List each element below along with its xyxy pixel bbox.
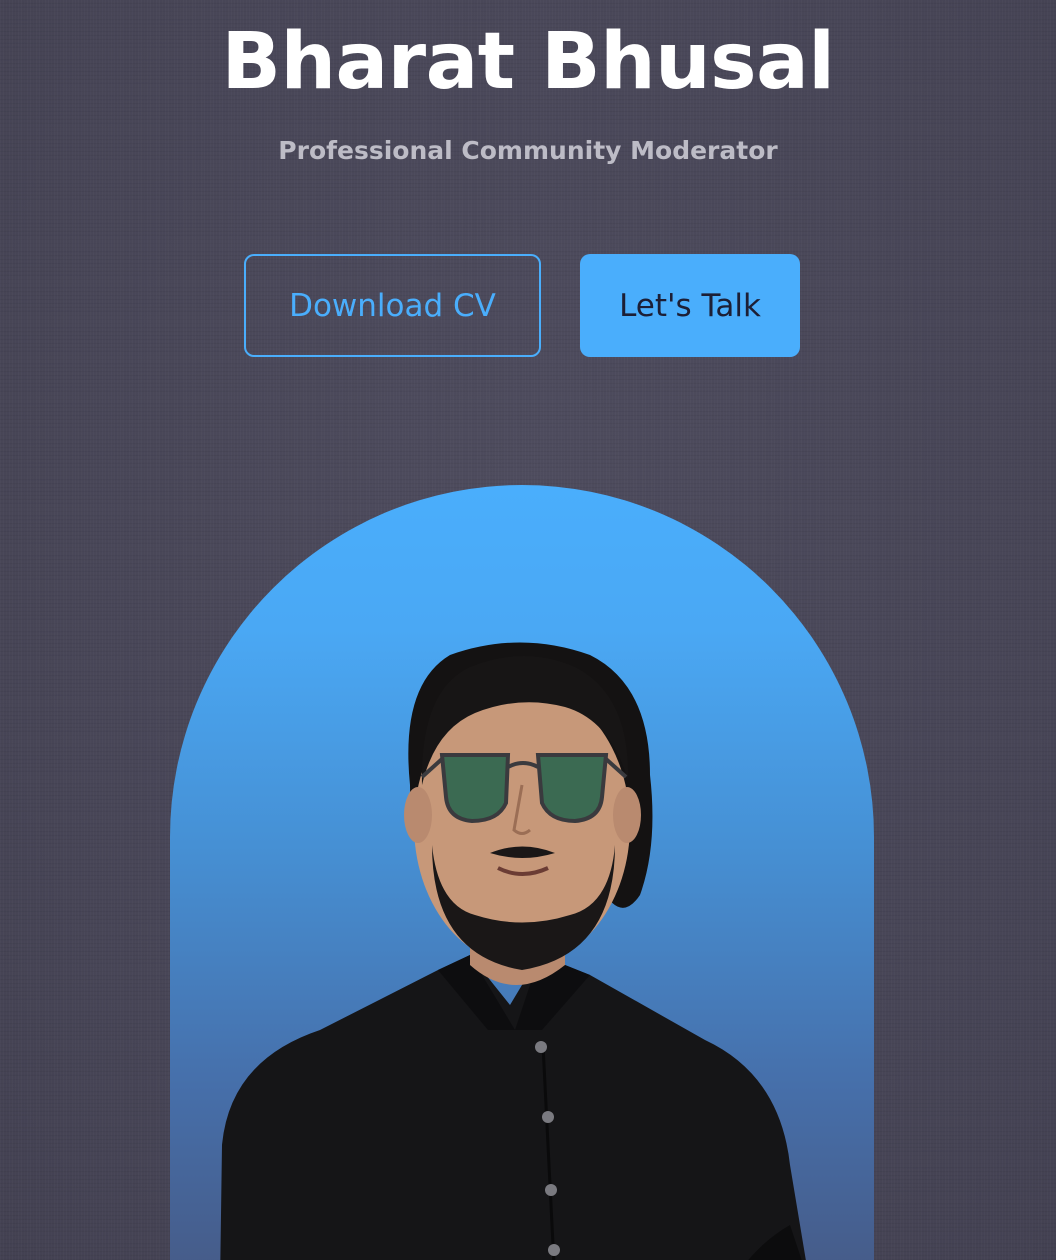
download-cv-button[interactable]: Download CV (244, 254, 541, 357)
portrait-arch (170, 485, 874, 1260)
hero-name: Bharat Bhusal (221, 17, 835, 107)
lets-talk-button[interactable]: Let's Talk (580, 254, 800, 357)
person-portrait-icon (220, 642, 806, 1260)
hero-subtitle: Professional Community Moderator (278, 136, 778, 165)
